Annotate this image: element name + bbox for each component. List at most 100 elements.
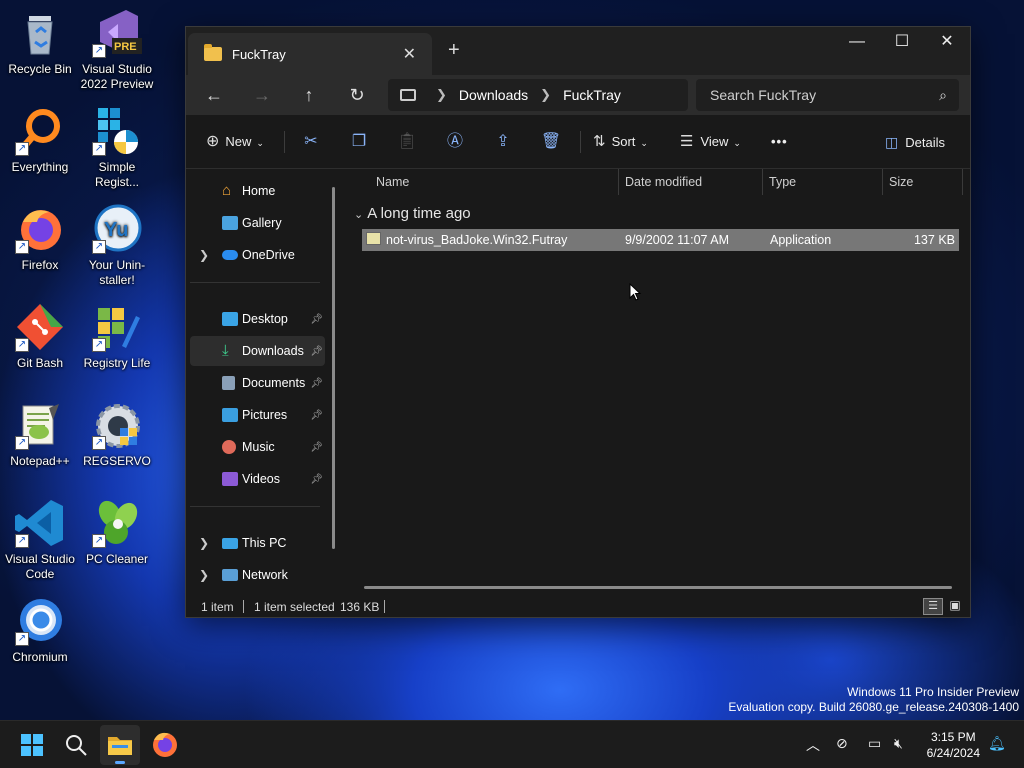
horizontal-scrollbar[interactable] [364,586,952,589]
sidebar-item-music[interactable]: Music 📌︎ [190,432,325,462]
desktop-icon-firefox[interactable]: ↗ Firefox [0,204,80,273]
column-header-type[interactable]: Type [769,169,796,195]
breadcrumb-fucktray[interactable]: FuckTray [563,87,621,103]
column-divider[interactable] [962,169,963,195]
firefox-icon [153,732,177,757]
close-window-button[interactable]: ✕ [924,27,970,59]
sidebar-item-this-pc[interactable]: ❯ This PC [190,528,325,558]
address-bar[interactable]: ❯ Downloads ❯ FuckTray [388,79,688,111]
maximize-button[interactable]: ☐ [879,27,925,59]
desktop-icon-visual-studio-2022-preview[interactable]: PRE ↗ Visual Studio 2022 Preview [77,8,157,92]
paste-button[interactable]: 📋︎ [393,129,421,155]
desktop-icon-your-uninstaller[interactable]: Yu ↗ Your Unin-staller! [77,204,157,288]
sidebar-item-videos[interactable]: Videos 📌︎ [190,464,325,494]
file-explorer-window: FuckTray ✕ + — ☐ ✕ ← → ↑ ↻ ❯ Downloads ❯… [185,26,971,618]
desktop-icon-pc-cleaner[interactable]: ↗ PC Cleaner [77,498,157,567]
sidebar-item-pictures[interactable]: Pictures 📌︎ [190,400,325,430]
details-pane-button[interactable]: ◫ Details [885,129,945,155]
display-icon[interactable]: ▭ [868,735,881,752]
column-header-date-modified[interactable]: Date modified [625,169,702,195]
chevron-right-icon: ❯ [540,87,552,102]
volume-muted-icon[interactable]: 🔇︎ [894,735,903,752]
network-disconnected-icon[interactable]: ⊘ [836,735,848,752]
tab-fucktray[interactable]: FuckTray ✕ [188,33,432,75]
rename-button[interactable]: Ⓐ [441,129,469,155]
sidebar-item-downloads[interactable]: ⤓ Downloads 📌︎ [190,336,325,366]
column-header-size[interactable]: Size [889,169,913,195]
breadcrumb-downloads[interactable]: Downloads [459,87,528,103]
column-divider[interactable] [618,169,619,195]
search-box[interactable]: Search FuckTray ⌕ [696,79,959,111]
minimize-button[interactable]: — [834,27,880,59]
firefox-taskbar-button[interactable] [145,725,185,765]
shortcut-arrow-icon: ↗ [92,44,106,58]
desktop-icon-everything[interactable]: ↗ Everything [0,106,80,175]
back-button[interactable]: ← [199,81,229,109]
desktop-icon-simple-registry[interactable]: ↗ Simple Regist... [77,106,157,190]
shortcut-arrow-icon: ↗ [15,534,29,548]
sidebar-item-documents[interactable]: Documents 📌︎ [190,368,325,398]
desktop-icon-label: Visual Studio Code [5,552,75,581]
videos-icon [222,472,238,486]
file-explorer-taskbar-button[interactable] [100,725,140,765]
file-row[interactable]: not-virus_BadJoke.Win32.Futray 9/9/2002 … [362,229,959,251]
clock[interactable]: 3:15 PM 6/24/2024 [927,729,980,761]
sort-button[interactable]: ⇅ Sort ⌄ [593,129,648,155]
chevron-right-icon[interactable]: ❯ [199,248,209,262]
tiles-view-toggle[interactable]: ▣ [945,598,965,615]
simple-registry-icon: ↗ [92,106,142,156]
up-button[interactable]: ↑ [294,81,324,109]
new-button[interactable]: ⊕ New ⌄ [206,129,264,155]
column-divider[interactable] [882,169,883,195]
start-button[interactable] [12,725,52,765]
search-taskbar-button[interactable] [56,725,96,765]
desktop-icon-chromium[interactable]: ↗ Chromium [0,596,80,665]
refresh-button[interactable]: ↻ [342,81,372,109]
svg-text:Yu: Yu [104,219,128,241]
desktop-icon-vscode[interactable]: ↗ Visual Studio Code [0,498,80,582]
details-view-toggle[interactable]: ☰ [923,598,943,615]
close-tab-icon[interactable]: ✕ [403,44,416,64]
sidebar-scrollbar[interactable] [332,187,335,549]
chevron-right-icon[interactable]: ❯ [199,568,209,582]
group-header[interactable]: ⌄ A long time ago [354,205,471,222]
sidebar-item-network[interactable]: ❯ Network [190,560,325,590]
toolbar-divider [580,131,581,153]
network-icon [222,569,238,581]
visual-studio-icon: PRE ↗ [92,8,142,58]
notification-bell-icon[interactable]: 🔔︎ [988,735,1006,752]
forward-button[interactable]: → [247,81,277,109]
documents-icon [222,376,235,390]
search-icon: ⌕ [939,87,947,103]
desktop-icon-recycle-bin[interactable]: Recycle Bin [0,8,80,77]
sidebar-item-label: Home [242,184,276,198]
desktop-icon-git-bash[interactable]: ↗ Git Bash [0,302,80,371]
chevron-right-icon[interactable]: ❯ [199,536,209,550]
shortcut-arrow-icon: ↗ [92,534,106,548]
more-options-button[interactable]: ••• [771,129,788,155]
sidebar-item-onedrive[interactable]: ❯ OneDrive [190,240,325,270]
copy-button[interactable]: ❐ [345,129,373,155]
delete-button[interactable]: 🗑︎ [537,129,565,155]
desktop-icon-label: Your Unin-staller! [88,258,146,287]
pin-icon: 📌︎ [310,473,323,485]
chevron-down-icon: ⌄ [640,138,648,148]
column-divider[interactable] [762,169,763,195]
new-tab-button[interactable]: + [448,39,460,62]
application-icon [366,232,381,245]
desktop-icon-registry-life[interactable]: ↗ Registry Life [77,302,157,371]
desktop-icon-regservo[interactable]: ↗ REGSERVO [77,400,157,469]
sidebar-item-gallery[interactable]: Gallery [190,208,325,238]
share-button[interactable]: ⇪ [489,129,517,155]
file-date-modified: 9/9/2002 11:07 AM [625,233,730,247]
regservo-icon: ↗ [92,400,142,450]
view-button[interactable]: ☰ View ⌄ [680,129,741,155]
desktop-icon-notepad-plus-plus[interactable]: ↗ Notepad++ [0,400,80,469]
show-hidden-icons-button[interactable]: ︿ [806,735,820,755]
vscode-icon: ↗ [15,498,65,548]
cut-button[interactable]: ✂ [297,129,325,155]
column-header-name[interactable]: Name [376,169,409,195]
sidebar-item-desktop[interactable]: Desktop 📌︎ [190,304,325,334]
sidebar-item-home[interactable]: ⌂ Home [190,176,325,206]
status-divider [243,600,244,613]
